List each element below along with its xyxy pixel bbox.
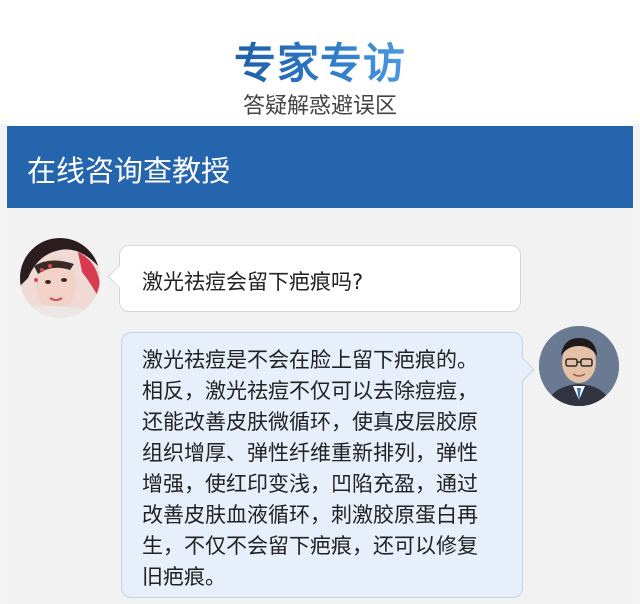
answer-line: 旧疤痕。 — [142, 565, 226, 589]
page-title-text: 专家专访 — [233, 39, 406, 88]
chat-area: 激光祛痘会留下疤痕吗? 激光祛痘是不会在脸上留下疤痕的。 相反，激光祛痘不仅可以… — [7, 208, 633, 604]
answer-bubble: 激光祛痘是不会在脸上留下疤痕的。 相反，激光祛痘不仅可以去除痘痘， 还能改善皮肤… — [121, 332, 523, 598]
card-title: 在线咨询查教授 — [27, 154, 231, 188]
answer-line: 增强，使红印变浅，凹陷充盈，通过 — [142, 472, 478, 496]
answer-line: 组织增厚、弹性纤维重新排列，弹性 — [142, 441, 478, 465]
answer-line: 改善皮肤血液循环，刺激胶原蛋白再 — [142, 503, 478, 527]
question-text: 激光祛痘会留下疤痕吗? — [142, 270, 364, 294]
answer-line: 生，不仅不会留下疤痕，还可以修复 — [142, 534, 478, 558]
answer-line: 相反，激光祛痘不仅可以去除痘痘， — [142, 379, 478, 403]
page: 专家专访 答疑解惑避误区 在线咨询查教授 激光祛痘会留下疤痕吗? 激光祛痘是不会… — [0, 0, 640, 604]
answer-line: 还能改善皮肤微循环，使真皮层胶原 — [142, 410, 478, 434]
consultation-card: 在线咨询查教授 激光祛痘会留下疤痕吗? 激光祛痘是不会在脸上留下疤痕的。 相反，… — [7, 124, 633, 604]
question-bubble: 激光祛痘会留下疤痕吗? — [119, 245, 521, 312]
card-header: 在线咨询查教授 — [7, 126, 633, 208]
professor-avatar — [539, 326, 619, 406]
patient-avatar — [20, 238, 100, 318]
page-title: 专家专访 — [0, 30, 640, 91]
answer-line: 激光祛痘是不会在脸上留下疤痕的。 — [142, 348, 478, 372]
page-subtitle: 答疑解惑避误区 — [242, 94, 397, 119]
page-header: 专家专访 答疑解惑避误区 — [0, 0, 640, 124]
